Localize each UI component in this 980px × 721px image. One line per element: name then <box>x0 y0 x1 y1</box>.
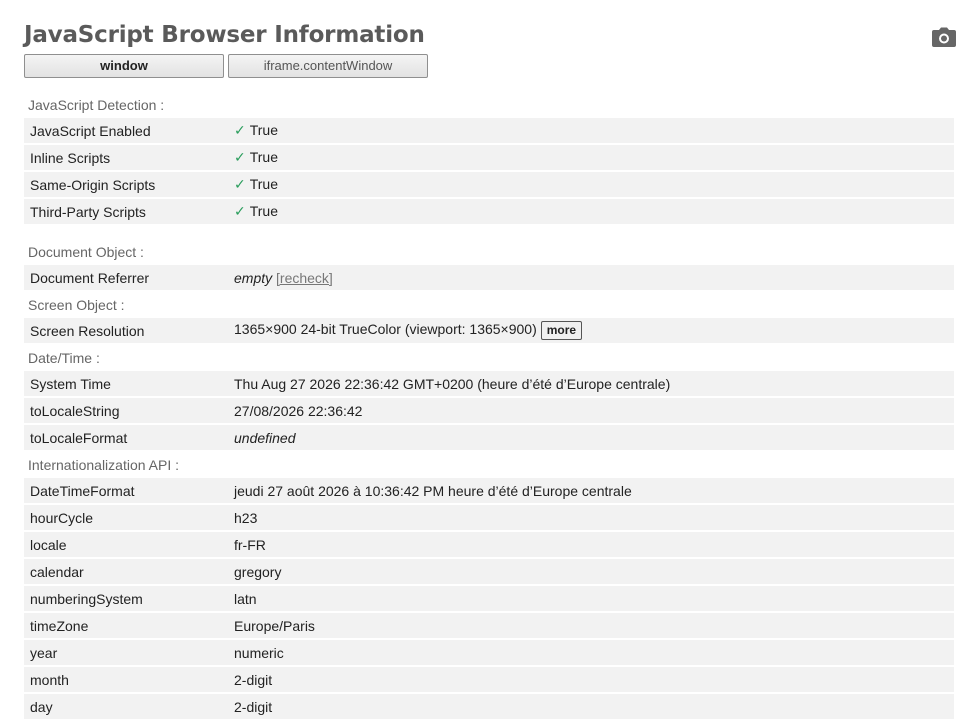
row-key: toLocaleFormat <box>24 425 227 450</box>
camera-icon[interactable] <box>932 27 956 47</box>
row-value: ✓ True <box>227 118 954 143</box>
screen-resolution-value: 1365×900 24-bit TrueColor (viewport: 136… <box>234 321 537 338</box>
row-key: numberingSystem <box>24 586 227 611</box>
section-label-intl-api: Internationalization API : <box>28 457 179 473</box>
row-key: day <box>24 694 227 719</box>
table-row: Screen Resolution 1365×900 24-bit TrueCo… <box>24 318 954 343</box>
table-row: toLocaleFormat undefined <box>24 425 954 450</box>
document-object-table: Document Referrer empty [recheck] <box>24 263 954 292</box>
table-row: Same-Origin Scripts ✓ True <box>24 172 954 197</box>
table-row: numberingSystem latn <box>24 586 954 611</box>
recheck-link[interactable]: [recheck] <box>276 270 333 286</box>
row-value: latn <box>227 586 954 611</box>
check-icon: ✓ <box>234 123 246 139</box>
table-row: Inline Scripts ✓ True <box>24 145 954 170</box>
tab-iframe-contentwindow[interactable]: iframe.contentWindow <box>228 54 428 78</box>
row-value: h23 <box>227 505 954 530</box>
referrer-value: empty <box>234 269 273 286</box>
row-value: ✓ True <box>227 145 954 170</box>
js-detection-table: JavaScript Enabled ✓ True Inline Scripts … <box>24 116 954 226</box>
row-value: 2-digit <box>227 694 954 719</box>
row-value: ✓ True <box>227 172 954 197</box>
table-row: month 2-digit <box>24 667 954 692</box>
table-row: locale fr-FR <box>24 532 954 557</box>
section-label-date-time: Date/Time : <box>28 350 100 366</box>
section-label-document-object: Document Object : <box>28 244 144 260</box>
row-value: ✓ True <box>227 199 954 224</box>
row-key: timeZone <box>24 613 227 638</box>
row-key: calendar <box>24 559 227 584</box>
value-text: True <box>249 122 279 138</box>
date-time-table: System Time Thu Aug 27 2026 22:36:42 GMT… <box>24 369 954 452</box>
row-key: System Time <box>24 371 227 396</box>
value-text: True <box>249 176 279 192</box>
row-key: JavaScript Enabled <box>24 118 227 143</box>
row-value: Europe/Paris <box>227 613 954 638</box>
tab-window[interactable]: window <box>24 54 224 78</box>
page: JavaScript Browser Information window if… <box>0 0 980 721</box>
intl-api-table: DateTimeFormat jeudi 27 août 2026 à 10:36… <box>24 476 954 721</box>
row-value: Thu Aug 27 2026 22:36:42 GMT+0200 (heure… <box>227 371 954 396</box>
row-value: empty [recheck] <box>227 265 954 290</box>
row-value: numeric <box>227 640 954 665</box>
table-row: DateTimeFormat jeudi 27 août 2026 à 10:36… <box>24 478 954 503</box>
check-icon: ✓ <box>234 204 246 220</box>
row-value: 27/08/2026 22:36:42 <box>227 398 954 423</box>
row-key: Screen Resolution <box>24 318 227 343</box>
table-row: toLocaleString 27/08/2026 22:36:42 <box>24 398 954 423</box>
more-button[interactable]: more <box>540 321 583 340</box>
section-label-js-detection: JavaScript Detection : <box>28 97 165 113</box>
table-row: System Time Thu Aug 27 2026 22:36:42 GMT… <box>24 371 954 396</box>
value-text: True <box>249 149 279 165</box>
row-value: gregory <box>227 559 954 584</box>
table-row: calendar gregory <box>24 559 954 584</box>
check-icon: ✓ <box>234 150 246 166</box>
section-label-screen-object: Screen Object : <box>28 297 125 313</box>
row-key: Third-Party Scripts <box>24 199 227 224</box>
row-key: month <box>24 667 227 692</box>
row-key: Inline Scripts <box>24 145 227 170</box>
table-row: Document Referrer empty [recheck] <box>24 265 954 290</box>
check-icon: ✓ <box>234 177 246 193</box>
value-text: True <box>249 203 279 219</box>
table-row: hourCycle h23 <box>24 505 954 530</box>
row-key: locale <box>24 532 227 557</box>
screen-object-table: Screen Resolution 1365×900 24-bit TrueCo… <box>24 316 954 345</box>
row-key: Document Referrer <box>24 265 227 290</box>
table-row: year numeric <box>24 640 954 665</box>
row-value: fr-FR <box>227 532 954 557</box>
table-row: day 2-digit <box>24 694 954 719</box>
row-key: hourCycle <box>24 505 227 530</box>
page-title: JavaScript Browser Information <box>24 22 425 48</box>
row-value: jeudi 27 août 2026 à 10:36:42 PM heure d… <box>227 478 954 503</box>
table-row: timeZone Europe/Paris <box>24 613 954 638</box>
row-value: 2-digit <box>227 667 954 692</box>
row-value: 1365×900 24-bit TrueColor (viewport: 136… <box>227 318 954 343</box>
row-key: toLocaleString <box>24 398 227 423</box>
row-key: Same-Origin Scripts <box>24 172 227 197</box>
row-key: DateTimeFormat <box>24 478 227 503</box>
table-row: JavaScript Enabled ✓ True <box>24 118 954 143</box>
table-row: Third-Party Scripts ✓ True <box>24 199 954 224</box>
tab-bar: window iframe.contentWindow <box>24 54 954 78</box>
row-value: undefined <box>227 425 954 450</box>
row-key: year <box>24 640 227 665</box>
